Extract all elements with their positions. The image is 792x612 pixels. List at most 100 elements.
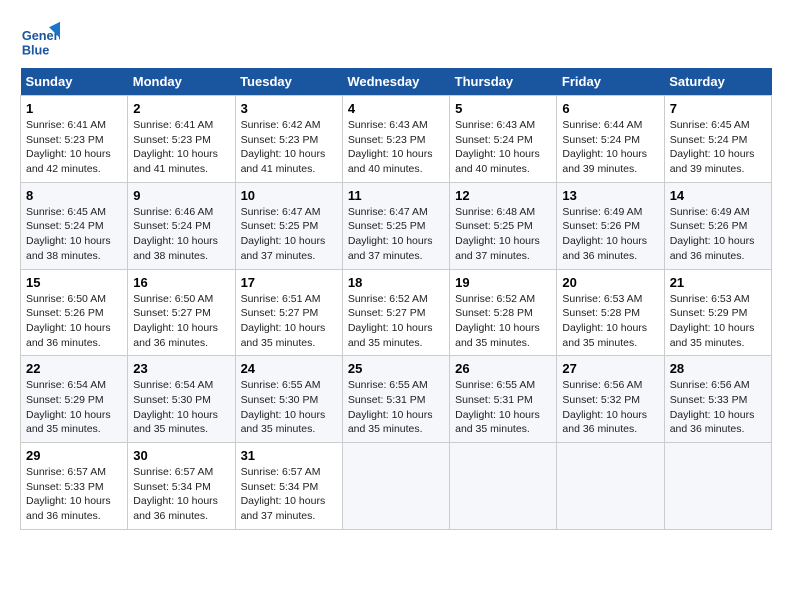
calendar-body: 1Sunrise: 6:41 AMSunset: 5:23 PMDaylight… (21, 96, 772, 530)
day-info: Sunrise: 6:54 AMSunset: 5:29 PMDaylight:… (26, 378, 122, 437)
calendar-day-cell: 2 Sunrise: 6:41 AMSunset: 5:23 PMDaylight… (128, 96, 235, 183)
day-info: Sunrise: 6:52 AMSunset: 5:28 PMDaylight:… (455, 292, 551, 351)
weekday-header-cell: Thursday (450, 68, 557, 96)
day-info: Sunrise: 6:57 AMSunset: 5:33 PMDaylight:… (26, 465, 122, 524)
calendar-day-cell (664, 443, 771, 530)
day-number: 6 (562, 101, 658, 116)
day-number: 31 (241, 448, 337, 463)
day-info: Sunrise: 6:43 AMSunset: 5:24 PMDaylight:… (455, 118, 551, 177)
day-number: 10 (241, 188, 337, 203)
calendar-day-cell: 27 Sunrise: 6:56 AMSunset: 5:32 PMDayligh… (557, 356, 664, 443)
day-info: Sunrise: 6:42 AMSunset: 5:23 PMDaylight:… (241, 118, 337, 177)
day-info: Sunrise: 6:49 AMSunset: 5:26 PMDaylight:… (670, 205, 766, 264)
calendar-day-cell: 25 Sunrise: 6:55 AMSunset: 5:31 PMDayligh… (342, 356, 449, 443)
day-number: 25 (348, 361, 444, 376)
day-number: 30 (133, 448, 229, 463)
calendar-day-cell: 15 Sunrise: 6:50 AMSunset: 5:26 PMDayligh… (21, 269, 128, 356)
calendar-day-cell: 23Sunrise: 6:54 AMSunset: 5:30 PMDayligh… (128, 356, 235, 443)
calendar-day-cell: 1Sunrise: 6:41 AMSunset: 5:23 PMDaylight… (21, 96, 128, 183)
day-number: 22 (26, 361, 122, 376)
calendar-week-row: 29Sunrise: 6:57 AMSunset: 5:33 PMDayligh… (21, 443, 772, 530)
day-info: Sunrise: 6:49 AMSunset: 5:26 PMDaylight:… (562, 205, 658, 264)
calendar-day-cell: 11 Sunrise: 6:47 AMSunset: 5:25 PMDayligh… (342, 182, 449, 269)
calendar-week-row: 8 Sunrise: 6:45 AMSunset: 5:24 PMDaylight… (21, 182, 772, 269)
day-info: Sunrise: 6:45 AMSunset: 5:24 PMDaylight:… (26, 205, 122, 264)
calendar-day-cell: 16 Sunrise: 6:50 AMSunset: 5:27 PMDayligh… (128, 269, 235, 356)
calendar-day-cell: 13 Sunrise: 6:49 AMSunset: 5:26 PMDayligh… (557, 182, 664, 269)
page-header: General Blue (20, 20, 772, 60)
day-info: Sunrise: 6:51 AMSunset: 5:27 PMDaylight:… (241, 292, 337, 351)
day-number: 19 (455, 275, 551, 290)
svg-text:Blue: Blue (22, 43, 50, 58)
day-number: 13 (562, 188, 658, 203)
day-number: 26 (455, 361, 551, 376)
day-info: Sunrise: 6:41 AMSunset: 5:23 PMDaylight:… (26, 118, 122, 177)
day-info: Sunrise: 6:47 AMSunset: 5:25 PMDaylight:… (241, 205, 337, 264)
day-number: 5 (455, 101, 551, 116)
logo: General Blue (20, 20, 64, 60)
calendar-day-cell: 9 Sunrise: 6:46 AMSunset: 5:24 PMDaylight… (128, 182, 235, 269)
calendar-day-cell: 28 Sunrise: 6:56 AMSunset: 5:33 PMDayligh… (664, 356, 771, 443)
calendar-day-cell: 14 Sunrise: 6:49 AMSunset: 5:26 PMDayligh… (664, 182, 771, 269)
weekday-header-cell: Saturday (664, 68, 771, 96)
calendar-day-cell: 7Sunrise: 6:45 AMSunset: 5:24 PMDaylight… (664, 96, 771, 183)
calendar-day-cell (557, 443, 664, 530)
calendar-day-cell (342, 443, 449, 530)
day-number: 14 (670, 188, 766, 203)
calendar-day-cell: 24Sunrise: 6:55 AMSunset: 5:30 PMDayligh… (235, 356, 342, 443)
day-info: Sunrise: 6:54 AMSunset: 5:30 PMDaylight:… (133, 378, 229, 437)
calendar-week-row: 15 Sunrise: 6:50 AMSunset: 5:26 PMDayligh… (21, 269, 772, 356)
calendar-day-cell: 4 Sunrise: 6:43 AMSunset: 5:23 PMDaylight… (342, 96, 449, 183)
day-info: Sunrise: 6:56 AMSunset: 5:32 PMDaylight:… (562, 378, 658, 437)
day-info: Sunrise: 6:47 AMSunset: 5:25 PMDaylight:… (348, 205, 444, 264)
day-number: 3 (241, 101, 337, 116)
day-number: 28 (670, 361, 766, 376)
calendar-day-cell: 26Sunrise: 6:55 AMSunset: 5:31 PMDayligh… (450, 356, 557, 443)
calendar-day-cell: 20Sunrise: 6:53 AMSunset: 5:28 PMDayligh… (557, 269, 664, 356)
day-info: Sunrise: 6:48 AMSunset: 5:25 PMDaylight:… (455, 205, 551, 264)
calendar-week-row: 1Sunrise: 6:41 AMSunset: 5:23 PMDaylight… (21, 96, 772, 183)
calendar-day-cell: 29Sunrise: 6:57 AMSunset: 5:33 PMDayligh… (21, 443, 128, 530)
day-info: Sunrise: 6:55 AMSunset: 5:31 PMDaylight:… (348, 378, 444, 437)
weekday-header-cell: Wednesday (342, 68, 449, 96)
day-number: 8 (26, 188, 122, 203)
day-number: 11 (348, 188, 444, 203)
day-info: Sunrise: 6:46 AMSunset: 5:24 PMDaylight:… (133, 205, 229, 264)
day-number: 2 (133, 101, 229, 116)
day-number: 16 (133, 275, 229, 290)
day-number: 21 (670, 275, 766, 290)
weekday-header-row: SundayMondayTuesdayWednesdayThursdayFrid… (21, 68, 772, 96)
day-info: Sunrise: 6:57 AMSunset: 5:34 PMDaylight:… (133, 465, 229, 524)
day-info: Sunrise: 6:50 AMSunset: 5:26 PMDaylight:… (26, 292, 122, 351)
calendar-week-row: 22 Sunrise: 6:54 AMSunset: 5:29 PMDayligh… (21, 356, 772, 443)
day-number: 12 (455, 188, 551, 203)
calendar-day-cell: 31 Sunrise: 6:57 AMSunset: 5:34 PMDayligh… (235, 443, 342, 530)
day-number: 20 (562, 275, 658, 290)
weekday-header-cell: Monday (128, 68, 235, 96)
day-info: Sunrise: 6:41 AMSunset: 5:23 PMDaylight:… (133, 118, 229, 177)
day-number: 27 (562, 361, 658, 376)
calendar-day-cell: 22 Sunrise: 6:54 AMSunset: 5:29 PMDayligh… (21, 356, 128, 443)
calendar-day-cell: 6Sunrise: 6:44 AMSunset: 5:24 PMDaylight… (557, 96, 664, 183)
day-number: 17 (241, 275, 337, 290)
calendar-day-cell: 21 Sunrise: 6:53 AMSunset: 5:29 PMDayligh… (664, 269, 771, 356)
day-number: 4 (348, 101, 444, 116)
day-info: Sunrise: 6:43 AMSunset: 5:23 PMDaylight:… (348, 118, 444, 177)
day-info: Sunrise: 6:57 AMSunset: 5:34 PMDaylight:… (241, 465, 337, 524)
calendar-day-cell: 10 Sunrise: 6:47 AMSunset: 5:25 PMDayligh… (235, 182, 342, 269)
calendar-day-cell (450, 443, 557, 530)
weekday-header-cell: Tuesday (235, 68, 342, 96)
calendar-day-cell: 30 Sunrise: 6:57 AMSunset: 5:34 PMDayligh… (128, 443, 235, 530)
day-info: Sunrise: 6:56 AMSunset: 5:33 PMDaylight:… (670, 378, 766, 437)
calendar-day-cell: 19 Sunrise: 6:52 AMSunset: 5:28 PMDayligh… (450, 269, 557, 356)
day-info: Sunrise: 6:53 AMSunset: 5:29 PMDaylight:… (670, 292, 766, 351)
calendar-day-cell: 17 Sunrise: 6:51 AMSunset: 5:27 PMDayligh… (235, 269, 342, 356)
calendar-day-cell: 3 Sunrise: 6:42 AMSunset: 5:23 PMDaylight… (235, 96, 342, 183)
day-info: Sunrise: 6:50 AMSunset: 5:27 PMDaylight:… (133, 292, 229, 351)
day-number: 9 (133, 188, 229, 203)
calendar-day-cell: 8 Sunrise: 6:45 AMSunset: 5:24 PMDaylight… (21, 182, 128, 269)
calendar-day-cell: 18Sunrise: 6:52 AMSunset: 5:27 PMDayligh… (342, 269, 449, 356)
day-number: 15 (26, 275, 122, 290)
weekday-header-cell: Sunday (21, 68, 128, 96)
calendar-table: SundayMondayTuesdayWednesdayThursdayFrid… (20, 68, 772, 530)
